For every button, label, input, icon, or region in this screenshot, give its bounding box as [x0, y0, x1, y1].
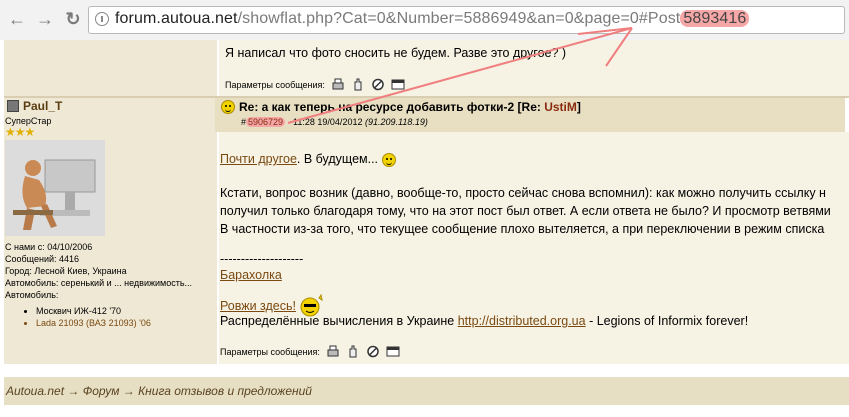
address-bar[interactable]: forum.autoua.net/showflat.php?Cat=0&Numb… [88, 6, 845, 34]
window-icon[interactable] [391, 78, 405, 91]
print-icon[interactable] [331, 78, 345, 91]
block-icon[interactable] [366, 345, 380, 358]
forum-content: Я написал что фото сносить не будем. Раз… [0, 40, 849, 417]
signature-line-3: Распределённые вычисления в Украине http… [220, 312, 748, 330]
print-icon[interactable] [326, 345, 340, 358]
author-stars: ★★★ [5, 125, 35, 139]
post-body-link[interactable]: Почти другое [220, 152, 297, 166]
author-car-list: Москвич ИЖ-412 '70 Lada 21093 (ВАЗ 21093… [18, 305, 151, 329]
post-title: Re: а как теперь на ресурсе добавить фот… [221, 100, 581, 114]
url-domain: forum.autoua.net [115, 10, 238, 27]
previous-post-params: Параметры сообщения: [225, 78, 405, 91]
smiley-icon [221, 100, 235, 114]
car-item[interactable]: Lada 21093 (ВАЗ 21093) '06 [36, 317, 151, 329]
browser-toolbar: ← → ↻ forum.autoua.net/showflat.php?Cat=… [0, 0, 849, 41]
hand-icon[interactable] [346, 345, 360, 358]
author-city: Город: Лесной Киев, Украина [5, 266, 127, 276]
url-anchor-highlight: 5893416 [680, 10, 750, 27]
post-header: Re: а как теперь на ресурсе добавить фот… [215, 98, 845, 132]
smiley-icon [381, 152, 396, 167]
previous-post: Я написал что фото сносить не будем. Раз… [4, 40, 849, 96]
author-car-note: Автомобиль: серенький и ... недвижимость… [5, 278, 193, 288]
post-paragraph-3: В частности из-за того, что текущее сооб… [220, 222, 825, 236]
params-label: Параметры сообщения: [220, 346, 320, 357]
author-post-count: Сообщений: 4416 [5, 254, 80, 264]
author-header: Paul_T [7, 99, 62, 113]
author-joined: С нами с: 04/10/2006 [5, 242, 93, 252]
user-status-icon [7, 100, 19, 112]
post-paragraph-2: получил только благодаря тому, что на эт… [220, 204, 831, 218]
author-username[interactable]: Paul_T [23, 99, 62, 113]
params-label: Параметры сообщения: [225, 79, 325, 90]
author-stats: С нами с: 04/10/2006 Сообщений: 4416 Гор… [5, 241, 192, 301]
post-title-bracket: ] [576, 100, 581, 114]
signature-url[interactable]: http://distributed.org.ua [458, 314, 586, 328]
post-paragraph-1: Кстати, вопрос возник (давно, вообще-то,… [220, 186, 826, 200]
previous-author-cell [4, 40, 217, 96]
post-body: Почти другое. В будущем... Кстати, вопро… [219, 132, 849, 364]
forward-icon[interactable]: → [34, 8, 56, 30]
post-body-text: . В будущем... [296, 152, 379, 166]
signature-tail: - Legions of Informix forever! [585, 314, 749, 328]
post-title-text: Re: а как теперь на ресурсе добавить фот… [239, 100, 522, 114]
author-column: Paul_T СуперСтар ★★★ С нами с: 04/10/200… [4, 98, 217, 364]
hand-icon[interactable] [351, 78, 365, 91]
post-timestamp: - 11:28 19/04/2012 [285, 117, 365, 127]
url-text[interactable]: forum.autoua.net/showflat.php?Cat=0&Numb… [115, 10, 750, 28]
author-avatar[interactable] [5, 140, 105, 236]
post-title-re: Re: [521, 100, 545, 114]
post-number-link[interactable]: 5906729 [246, 117, 286, 127]
signature-text: Распределённые вычисления в Украине [220, 314, 458, 328]
reload-icon[interactable]: ↻ [62, 8, 84, 30]
signature-line-1: Барахолка [220, 266, 282, 284]
previous-post-text: Я написал что фото сносить не будем. Раз… [225, 46, 567, 60]
post-params: Параметры сообщения: [220, 345, 400, 358]
author-car-label: Автомобиль: [5, 290, 59, 300]
post-meta: #5906729 - 11:28 19/04/2012 (91.209.118.… [241, 117, 428, 127]
signature-market-link[interactable]: Барахолка [220, 268, 282, 282]
post-title-user[interactable]: UstiM [544, 100, 577, 114]
block-icon[interactable] [371, 78, 385, 91]
car-item[interactable]: Москвич ИЖ-412 '70 [36, 305, 151, 317]
page-info-icon[interactable] [95, 12, 109, 26]
breadcrumb[interactable]: Autoua.net → Форум → Книга отзывов и пре… [4, 377, 849, 405]
window-icon[interactable] [386, 345, 400, 358]
post-first-line: Почти другое. В будущем... [220, 150, 396, 168]
post-ip: (91.209.118.19) [364, 117, 428, 127]
url-path: /showflat.php?Cat=0&Number=5886949&an=0&… [237, 10, 681, 27]
back-icon[interactable]: ← [6, 8, 28, 30]
previous-post-body: Я написал что фото сносить не будем. Раз… [219, 40, 849, 96]
